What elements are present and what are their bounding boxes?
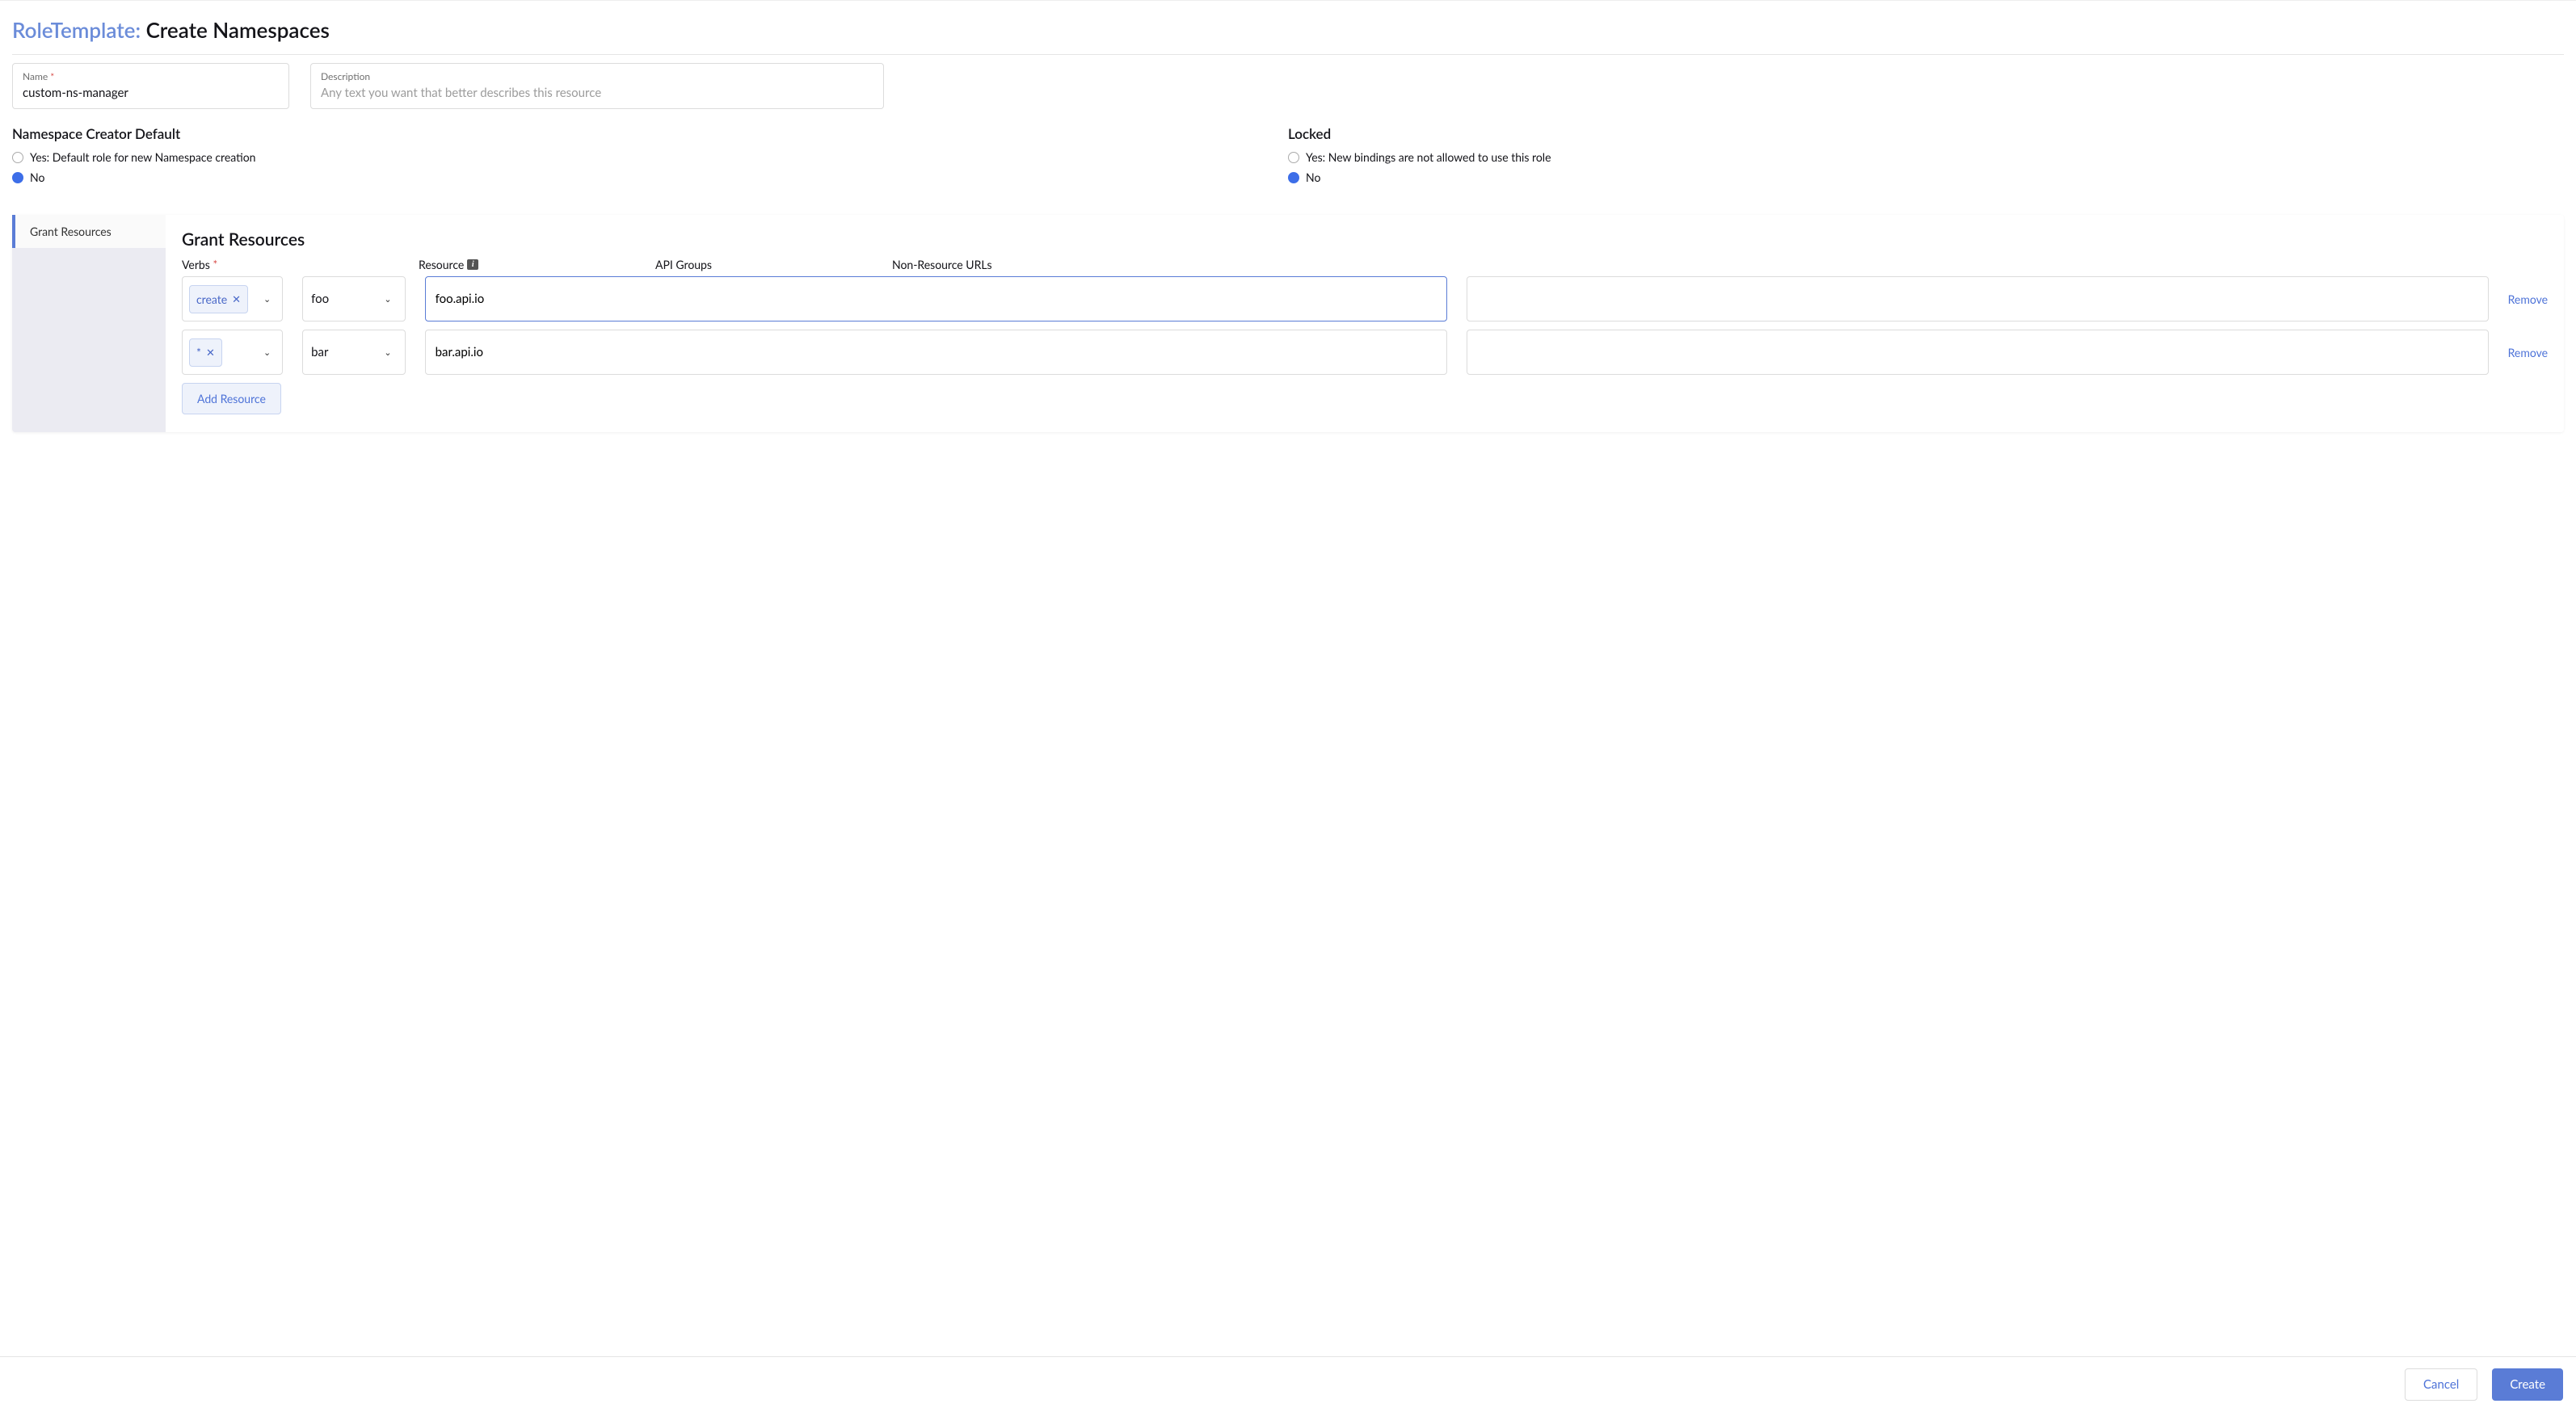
create-button[interactable]: Create <box>2492 1368 2563 1401</box>
description-placeholder: Any text you want that better describes … <box>321 86 873 100</box>
resource-select[interactable]: bar ⌄ <box>302 330 405 375</box>
description-label: Description <box>321 70 873 82</box>
ns-default-title: Namespace Creator Default <box>12 125 1288 142</box>
col-header-resource: Resource i <box>419 258 636 271</box>
verbs-select[interactable]: * ✕ ⌄ <box>182 330 283 375</box>
locked-yes-label: Yes: New bindings are not allowed to use… <box>1306 150 1551 164</box>
col-header-non-resource-urls: Non-Resource URLs <box>892 258 1109 271</box>
name-field-container[interactable]: Name * <box>12 63 289 109</box>
grant-title: Grant Resources <box>182 229 2548 250</box>
ns-default-yes-option[interactable]: Yes: Default role for new Namespace crea… <box>12 150 1288 164</box>
verbs-select[interactable]: create ✕ ⌄ <box>182 276 283 321</box>
name-input[interactable] <box>23 86 279 100</box>
chevron-down-icon: ⌄ <box>259 294 276 305</box>
chevron-down-icon: ⌄ <box>379 294 396 305</box>
api-groups-input[interactable] <box>425 276 1447 321</box>
remove-row-button[interactable]: Remove <box>2508 276 2548 321</box>
tabs-sidebar: Grant Resources <box>12 215 166 432</box>
cancel-button[interactable]: Cancel <box>2405 1368 2477 1401</box>
locked-no-label: No <box>1306 170 1320 184</box>
add-resource-button[interactable]: Add Resource <box>182 383 281 414</box>
ns-default-no-label: No <box>30 170 44 184</box>
locked-yes-option[interactable]: Yes: New bindings are not allowed to use… <box>1288 150 2564 164</box>
description-field-container[interactable]: Description Any text you want that bette… <box>310 63 884 109</box>
grant-row: * ✕ ⌄ bar ⌄ Remove <box>182 330 2548 375</box>
page-title-text: Create Namespaces <box>146 17 330 43</box>
remove-chip-icon[interactable]: ✕ <box>206 346 215 359</box>
verb-chip: create ✕ <box>189 285 248 313</box>
radio-icon <box>1288 152 1299 163</box>
remove-chip-icon[interactable]: ✕ <box>232 292 241 306</box>
locked-title: Locked <box>1288 125 2564 142</box>
resource-select[interactable]: foo ⌄ <box>302 276 405 321</box>
locked-no-option[interactable]: No <box>1288 170 2564 184</box>
api-groups-input[interactable] <box>425 330 1447 375</box>
grant-resources-panel: Grant Resources Verbs * Resource i API G… <box>166 215 2564 432</box>
page-title: RoleTemplate: Create Namespaces <box>12 17 2564 55</box>
remove-row-button[interactable]: Remove <box>2508 330 2548 375</box>
non-resource-urls-input[interactable] <box>1467 330 2489 375</box>
namespace-creator-default-group: Namespace Creator Default Yes: Default r… <box>12 125 1288 191</box>
info-icon[interactable]: i <box>467 259 478 270</box>
tabs-panel: Grant Resources Grant Resources Verbs * … <box>12 215 2564 432</box>
tab-grant-resources[interactable]: Grant Resources <box>12 215 166 248</box>
resource-type-label: RoleTemplate: <box>12 17 141 43</box>
chevron-down-icon: ⌄ <box>379 347 396 358</box>
footer: Cancel Create <box>0 1356 2576 1412</box>
non-resource-urls-input[interactable] <box>1467 276 2489 321</box>
radio-icon <box>12 172 23 183</box>
col-header-verbs: Verbs * <box>182 258 399 271</box>
radio-icon <box>12 152 23 163</box>
ns-default-yes-label: Yes: Default role for new Namespace crea… <box>30 150 255 164</box>
col-header-api-groups: API Groups <box>655 258 873 271</box>
verb-chip: * ✕ <box>189 338 222 367</box>
ns-default-no-option[interactable]: No <box>12 170 1288 184</box>
name-label: Name * <box>23 70 279 82</box>
chevron-down-icon: ⌄ <box>259 347 276 358</box>
grant-row: create ✕ ⌄ foo ⌄ Remove <box>182 276 2548 321</box>
locked-group: Locked Yes: New bindings are not allowed… <box>1288 125 2564 191</box>
radio-icon <box>1288 172 1299 183</box>
